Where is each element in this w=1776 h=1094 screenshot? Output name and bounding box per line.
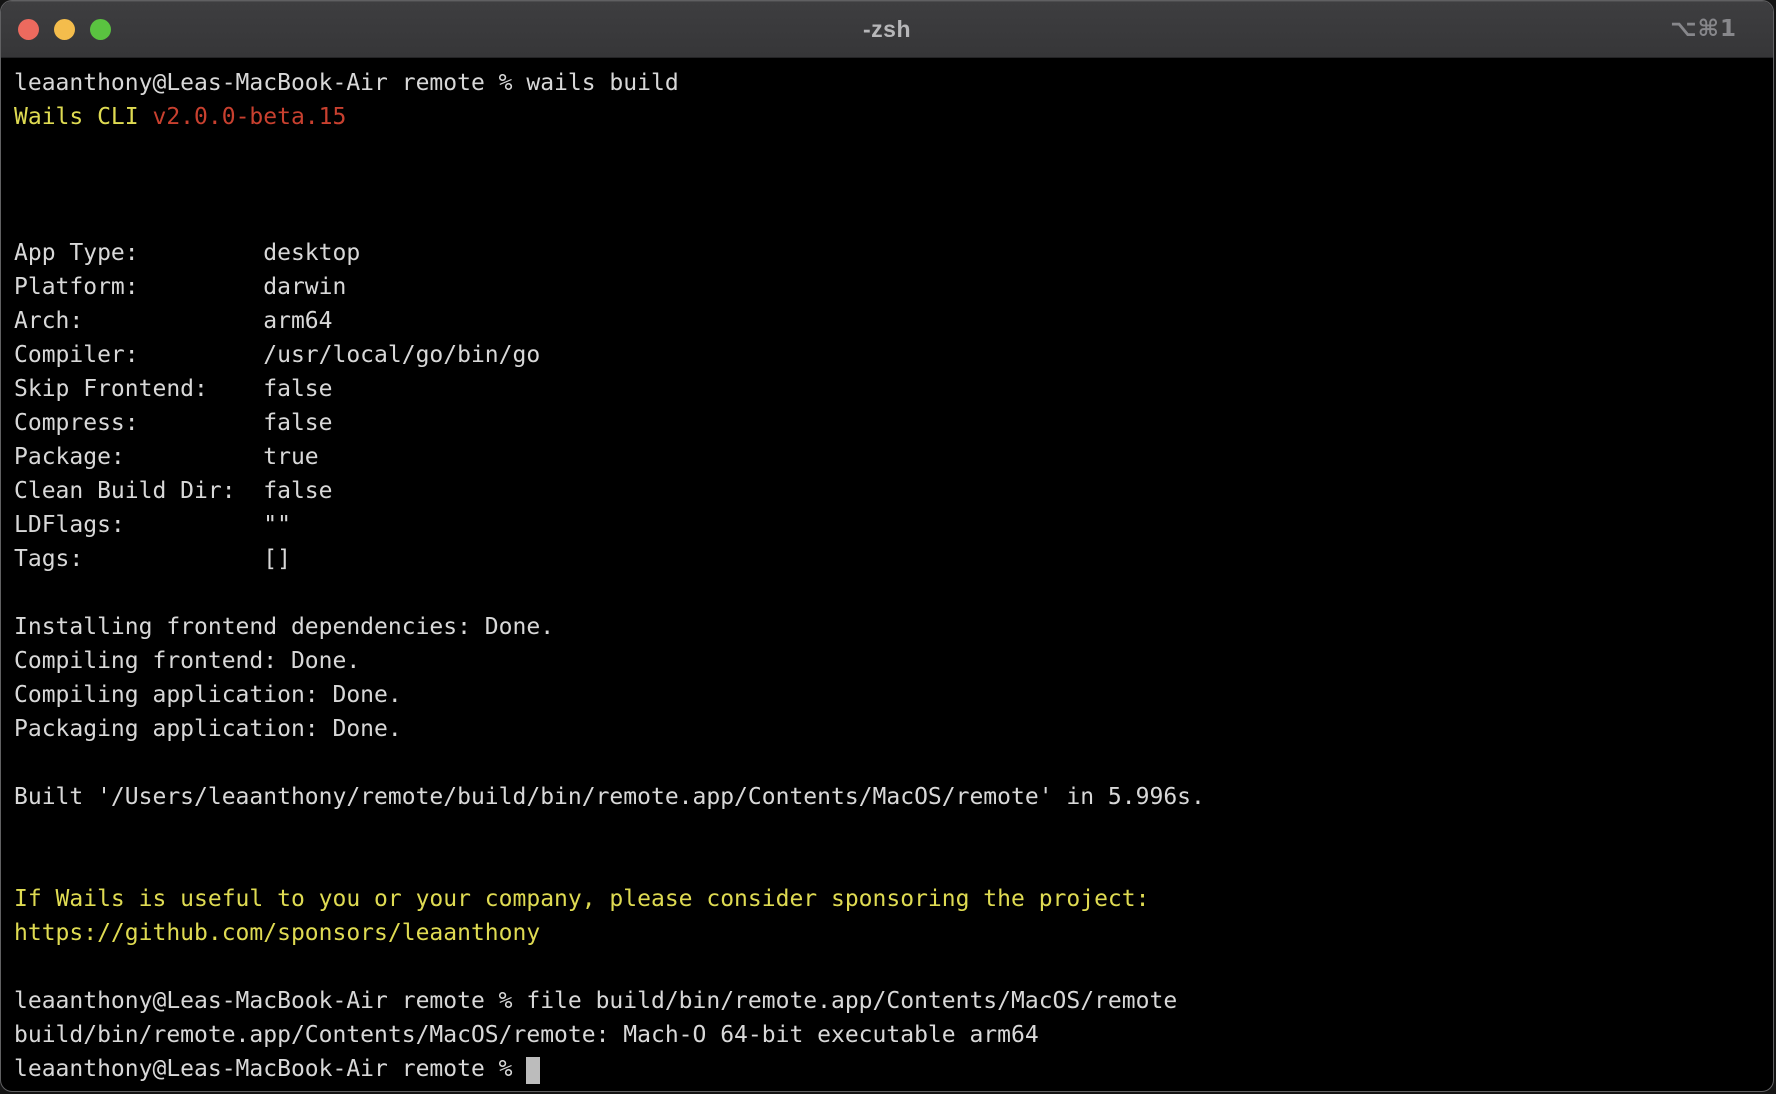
terminal-line: Package: true: [14, 440, 1761, 474]
terminal-text-segment: v2.0.0-beta.15: [152, 104, 346, 130]
terminal-text-segment: Built '/Users/leaanthony/remote/build/bi…: [14, 784, 1205, 810]
terminal-line: Compiler: /usr/local/go/bin/go: [14, 338, 1761, 372]
terminal-line: Arch: arm64: [14, 304, 1761, 338]
window-title: -zsh: [863, 16, 911, 43]
terminal-text-segment: leaanthony@Leas-MacBook-Air remote % wai…: [14, 70, 679, 96]
terminal-line: Tags: []: [14, 542, 1761, 576]
terminal-line: If Wails is useful to you or your compan…: [14, 882, 1761, 916]
close-button[interactable]: [18, 19, 39, 40]
terminal-line: leaanthony@Leas-MacBook-Air remote %: [14, 1052, 1761, 1086]
terminal-line: leaanthony@Leas-MacBook-Air remote % wai…: [14, 66, 1761, 100]
terminal-text-segment: Skip Frontend: false: [14, 376, 333, 402]
terminal-text-segment: Compiling application: Done.: [14, 682, 402, 708]
terminal-line: Compiling application: Done.: [14, 678, 1761, 712]
terminal-text-segment: Clean Build Dir: false: [14, 478, 333, 504]
terminal-line: leaanthony@Leas-MacBook-Air remote % fil…: [14, 984, 1761, 1018]
terminal-line: [14, 576, 1761, 610]
terminal-line: Built '/Users/leaanthony/remote/build/bi…: [14, 780, 1761, 814]
terminal-text-segment: Arch: arm64: [14, 308, 333, 334]
terminal-output[interactable]: leaanthony@Leas-MacBook-Air remote % wai…: [1, 58, 1773, 1086]
terminal-line: https://github.com/sponsors/leaanthony: [14, 916, 1761, 950]
terminal-text-segment: Tags: []: [14, 546, 291, 572]
terminal-line: LDFlags: "": [14, 508, 1761, 542]
terminal-text-segment: Packaging application: Done.: [14, 716, 402, 742]
terminal-line: Compress: false: [14, 406, 1761, 440]
terminal-line: [14, 814, 1761, 848]
terminal-line: App Type: desktop: [14, 236, 1761, 270]
terminal-line: [14, 202, 1761, 236]
terminal-line: [14, 950, 1761, 984]
terminal-line: Installing frontend dependencies: Done.: [14, 610, 1761, 644]
terminal-text-segment: build/bin/remote.app/Contents/MacOS/remo…: [14, 1022, 1039, 1048]
terminal-text-segment: Platform: darwin: [14, 274, 346, 300]
terminal-text-segment: LDFlags: "": [14, 512, 291, 538]
window-shortcut-badge: ⌥⌘1: [1670, 16, 1737, 42]
terminal-line: Packaging application: Done.: [14, 712, 1761, 746]
terminal-line: Platform: darwin: [14, 270, 1761, 304]
terminal-line: Wails CLI v2.0.0-beta.15: [14, 100, 1761, 134]
terminal-text-segment: Compiler: /usr/local/go/bin/go: [14, 342, 540, 368]
terminal-text-segment: https://github.com/sponsors/leaanthony: [14, 920, 540, 946]
terminal-line: Skip Frontend: false: [14, 372, 1761, 406]
terminal-line: [14, 848, 1761, 882]
terminal-text-segment: Package: true: [14, 444, 319, 470]
terminal-text-segment: leaanthony@Leas-MacBook-Air remote %: [14, 1056, 526, 1082]
terminal-line: Clean Build Dir: false: [14, 474, 1761, 508]
terminal-text-segment: If Wails is useful to you or your compan…: [14, 886, 1149, 912]
terminal-text-segment: Compress: false: [14, 410, 333, 436]
terminal-text-segment: App Type: desktop: [14, 240, 360, 266]
title-bar[interactable]: -zsh ⌥⌘1: [1, 1, 1773, 58]
terminal-text-segment: Compiling frontend: Done.: [14, 648, 360, 674]
terminal-line: build/bin/remote.app/Contents/MacOS/remo…: [14, 1018, 1761, 1052]
terminal-line: [14, 746, 1761, 780]
text-cursor: [526, 1057, 540, 1084]
terminal-text-segment: Installing frontend dependencies: Done.: [14, 614, 554, 640]
terminal-text-segment: Wails CLI: [14, 104, 152, 130]
minimize-button[interactable]: [54, 19, 75, 40]
terminal-line: Compiling frontend: Done.: [14, 644, 1761, 678]
terminal-window: -zsh ⌥⌘1 leaanthony@Leas-MacBook-Air rem…: [0, 0, 1774, 1092]
traffic-lights: [18, 1, 111, 57]
terminal-text-segment: leaanthony@Leas-MacBook-Air remote % fil…: [14, 988, 1177, 1014]
terminal-line: [14, 134, 1761, 168]
zoom-button[interactable]: [90, 19, 111, 40]
terminal-line: [14, 168, 1761, 202]
